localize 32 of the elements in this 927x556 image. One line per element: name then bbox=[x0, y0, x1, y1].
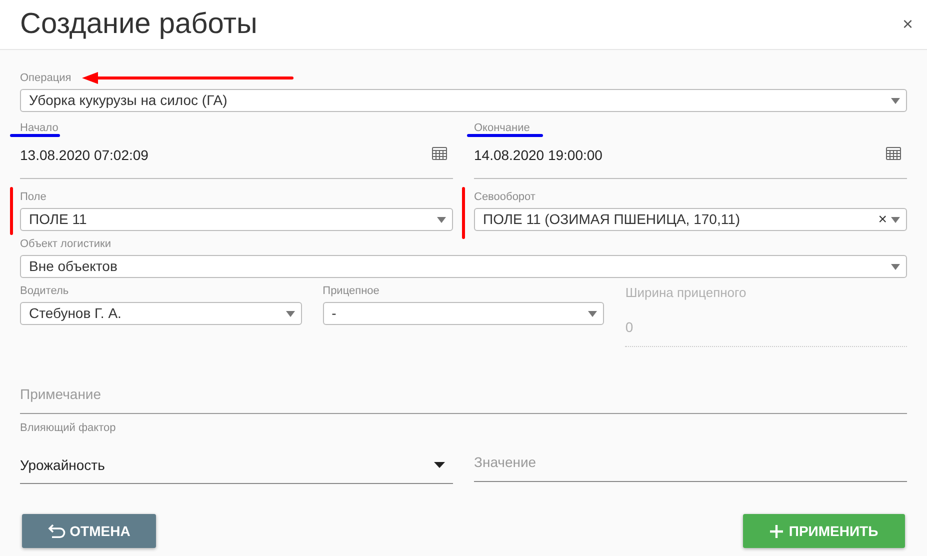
field-label: Водитель bbox=[20, 285, 69, 298]
close-button[interactable]: × bbox=[902, 11, 913, 38]
field-label: Окончание bbox=[474, 122, 530, 135]
select-field[interactable]: Уборка кукурузы на силос (ГА) bbox=[20, 89, 907, 112]
plus-icon bbox=[770, 524, 783, 538]
field-label: Объект логистики bbox=[20, 238, 111, 251]
select-field[interactable]: - bbox=[322, 302, 604, 325]
field-label: Севооборот bbox=[474, 191, 536, 204]
cancel-button[interactable]: ОТМЕНА bbox=[22, 514, 156, 548]
select-field[interactable]: ПОЛЕ 11 bbox=[20, 208, 453, 231]
field-label: Операция bbox=[20, 72, 72, 85]
clear-icon[interactable]: × bbox=[878, 212, 887, 227]
dialog-title: Создание работы bbox=[20, 6, 258, 42]
select-field[interactable]: Стебунов Г. А. bbox=[20, 302, 302, 325]
field-label: Влияющий фактор bbox=[20, 422, 116, 435]
select-field[interactable]: Вне объектов bbox=[20, 255, 907, 278]
field-label: Поле bbox=[20, 191, 46, 204]
calendar-icon[interactable] bbox=[886, 147, 901, 160]
annotation-bar bbox=[462, 187, 465, 239]
date-field[interactable]: 14.08.2020 19:00:00 bbox=[474, 145, 907, 179]
annotation-bar bbox=[10, 187, 13, 235]
undo-icon bbox=[48, 524, 66, 538]
calendar-icon[interactable] bbox=[432, 147, 447, 160]
field-label: Прицепное bbox=[322, 285, 380, 298]
factor-select[interactable]: Урожайность bbox=[20, 447, 453, 484]
select-field[interactable]: ПОЛЕ 11 (ОЗИМАЯ ПШЕНИЦА, 170,11) × bbox=[474, 208, 907, 231]
dropdown-caret-icon[interactable] bbox=[434, 462, 445, 468]
annotation-underline bbox=[10, 134, 60, 137]
field-label: Ширина прицепного bbox=[625, 285, 748, 300]
date-field[interactable]: 13.08.2020 07:02:09 bbox=[20, 145, 453, 179]
field-label: Начало bbox=[20, 122, 58, 135]
width-field: 0 bbox=[625, 310, 907, 347]
